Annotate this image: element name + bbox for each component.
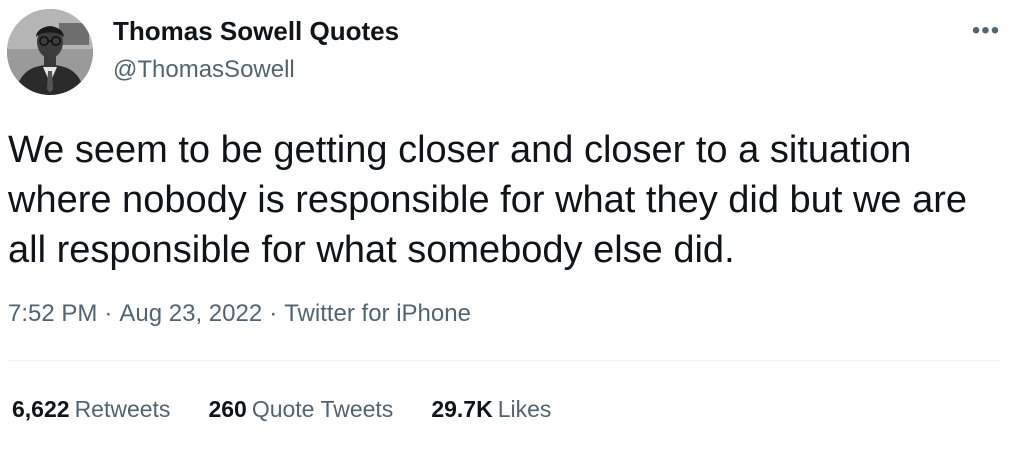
retweets-stat[interactable]: 6,622 Retweets [12,396,170,423]
more-options-icon: ••• [971,17,1001,44]
meta-separator: · [269,300,278,327]
tweet-time[interactable]: 7:52 PM [8,300,97,327]
tweet-date[interactable]: Aug 23, 2022 [119,300,262,327]
author-name[interactable]: Thomas Sowell Quotes [113,16,399,47]
quote-tweets-count: 260 [208,396,247,422]
more-options-button[interactable]: ••• [964,16,1008,46]
tweet-card: Thomas Sowell Quotes @ThomasSowell ••• W… [0,0,1024,454]
likes-label: Likes [497,396,552,422]
author-avatar[interactable] [7,9,93,95]
likes-stat[interactable]: 29.7K Likes [431,396,551,423]
meta-separator: · [104,300,113,327]
likes-count: 29.7K [431,396,493,422]
tweet-stats: 6,622 Retweets 260 Quote Tweets 29.7K Likes [12,396,551,423]
retweets-count: 6,622 [12,396,70,422]
divider [8,360,1000,361]
tweet-text: We seem to be getting closer and closer … [8,129,967,271]
quote-tweets-label: Quote Tweets [251,396,394,422]
tweet-source[interactable]: Twitter for iPhone [284,300,471,327]
retweets-label: Retweets [74,396,171,422]
tweet-meta: 7:52 PM · Aug 23, 2022 · Twitter for iPhone [8,300,471,328]
person-portrait-icon [7,9,93,95]
quote-tweets-stat[interactable]: 260 Quote Tweets [208,396,393,423]
author-handle[interactable]: @ThomasSowell [113,56,295,84]
